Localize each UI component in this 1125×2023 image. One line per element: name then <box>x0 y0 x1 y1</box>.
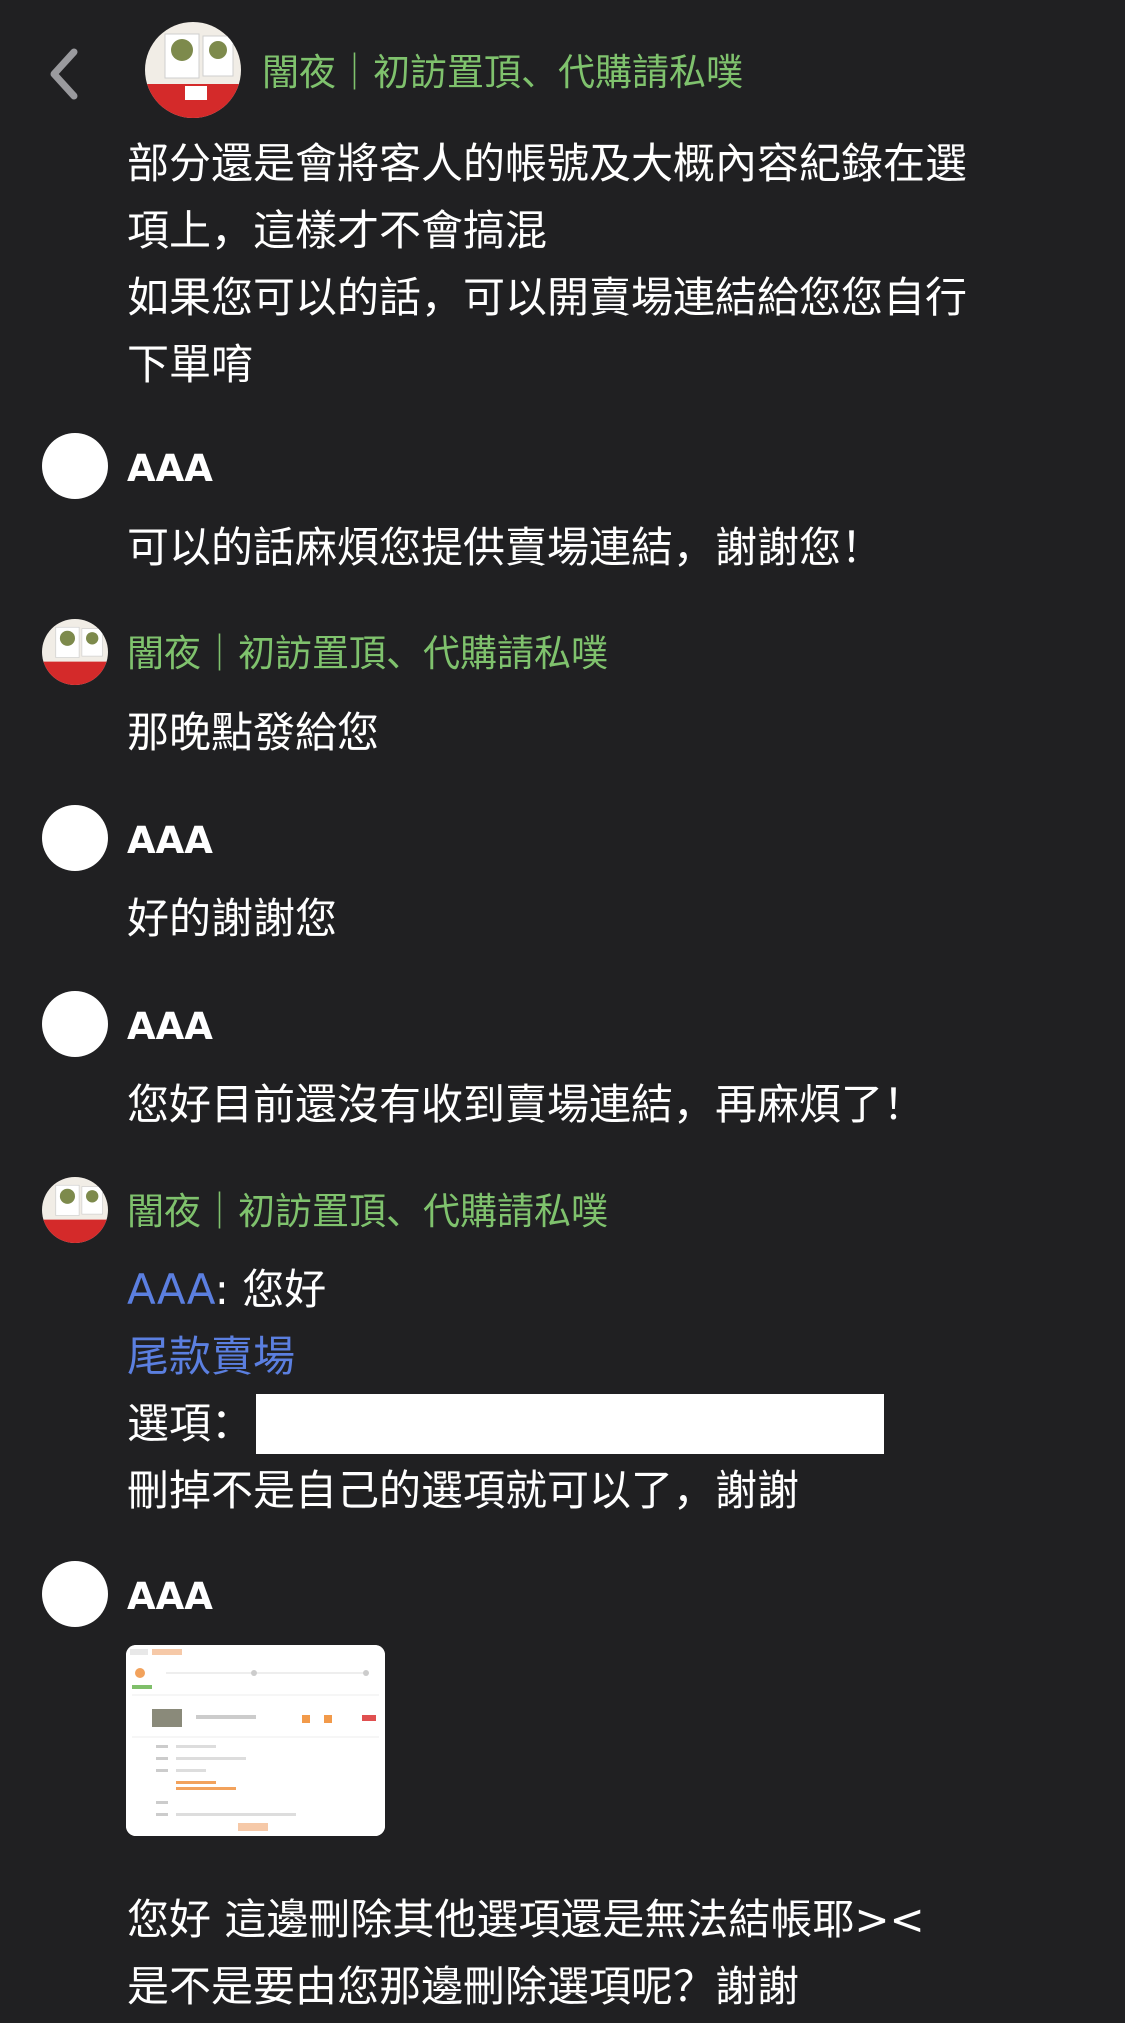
sender-name[interactable]: AAA <box>127 446 213 492</box>
message-line: 刪掉不是自己的選項就可以了，謝謝 <box>127 1466 800 1515</box>
message-line: 可以的話麻煩您提供賣場連結，謝謝您！ <box>127 523 884 572</box>
sender-name[interactable]: AAA <box>127 818 213 864</box>
user-avatar[interactable] <box>42 805 108 871</box>
sender-name[interactable]: AAA <box>127 1004 213 1050</box>
mention-link[interactable]: AAA <box>127 1265 215 1314</box>
message-line: 部分還是會將客人的帳號及大概內容紀錄在選 <box>127 139 968 188</box>
message-line: 如果您可以的話，可以開賣場連結給您您自行 <box>127 273 968 322</box>
order-screenshot-thumbnail[interactable] <box>126 1645 385 1836</box>
back-button[interactable] <box>38 44 88 104</box>
sender-name[interactable]: 闇夜｜初訪置頂、代購請私噗 <box>127 631 608 677</box>
sender-name[interactable]: AAA <box>127 1574 213 1620</box>
shop-avatar[interactable] <box>42 619 108 685</box>
message-line: AAA: 您好 <box>127 1256 326 1323</box>
shop-avatar[interactable] <box>42 1177 108 1243</box>
option-label: 選項： <box>127 1399 254 1448</box>
user-avatar[interactable] <box>42 1561 108 1627</box>
message-line: 您好 這邊刪除其他選項還是無法結帳耶>< <box>127 1895 925 1944</box>
header-shop-name[interactable]: 闇夜｜初訪置頂、代購請私噗 <box>262 50 743 96</box>
chevron-left-icon <box>50 48 78 100</box>
greeting-text: : 您好 <box>214 1265 327 1314</box>
redacted-block <box>256 1394 884 1454</box>
message-line: 您好目前還沒有收到賣場連結，再麻煩了！ <box>127 1080 926 1129</box>
user-avatar[interactable] <box>42 991 108 1057</box>
store-link[interactable]: 尾款賣場 <box>127 1323 295 1390</box>
message-line: 是不是要由您那邊刪除選項呢？謝謝 <box>127 1962 800 2011</box>
message-line: 下單唷 <box>127 340 254 389</box>
shop-avatar[interactable] <box>145 22 241 118</box>
message-line: 項上，這樣才不會搞混 <box>127 206 548 255</box>
user-avatar[interactable] <box>42 433 108 499</box>
message-line: 那晚點發給您 <box>127 708 380 757</box>
sender-name[interactable]: 闇夜｜初訪置頂、代購請私噗 <box>127 1189 608 1235</box>
message-line: 好的謝謝您 <box>127 894 338 943</box>
